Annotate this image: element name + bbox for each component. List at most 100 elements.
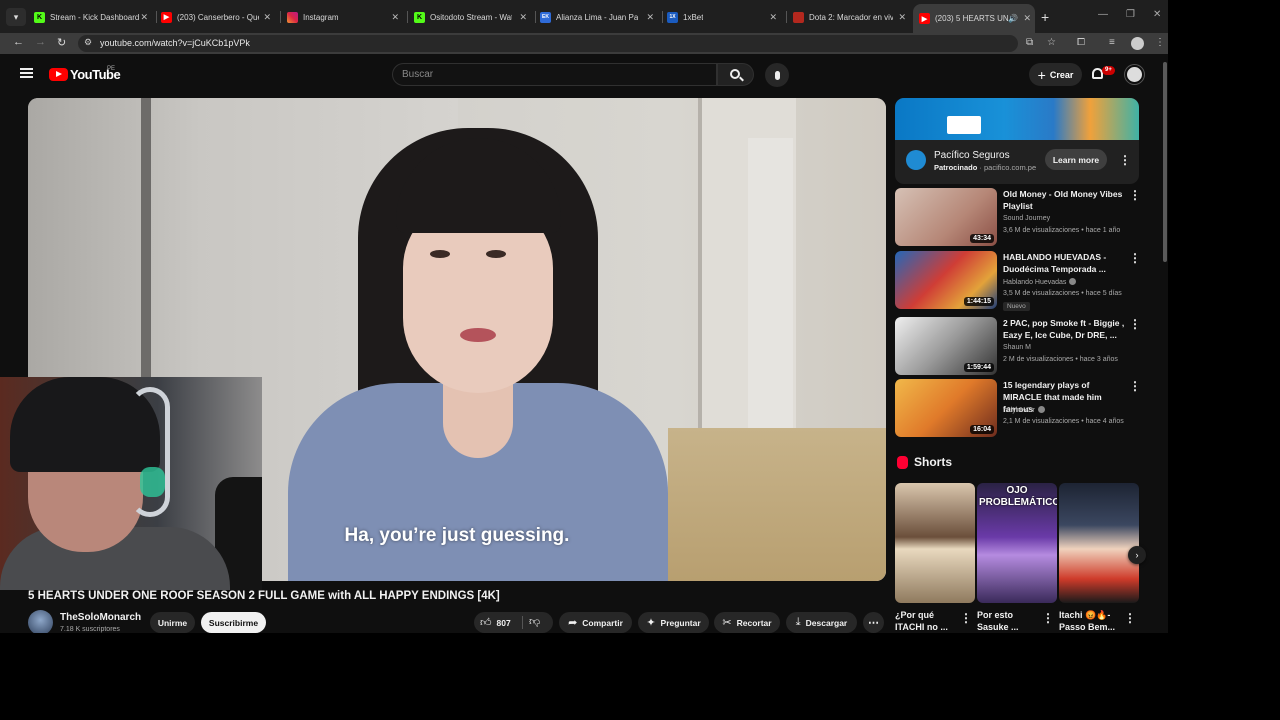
- 1xbet-icon: 1X: [667, 11, 678, 23]
- forward-icon[interactable]: →: [35, 36, 46, 48]
- youtube-play-icon: [49, 68, 68, 81]
- close-icon[interactable]: ✕: [140, 12, 148, 23]
- like-count: 807: [496, 617, 511, 628]
- close-window-button[interactable]: ✕: [1153, 9, 1161, 20]
- tab-ositodoto[interactable]: K Ositodoto Stream - Watc ✕: [414, 6, 531, 28]
- more-actions-button[interactable]: ⋯: [863, 612, 884, 633]
- download-button[interactable]: ⤓ Descargar: [786, 612, 857, 633]
- close-icon[interactable]: ✕: [769, 12, 777, 23]
- scrollbar-thumb[interactable]: [1163, 62, 1167, 262]
- browser-window: ▾ K Stream - Kick Dashboard ✕ ▶ (203) Ca…: [0, 0, 1168, 633]
- clip-button[interactable]: ✂ Recortar: [714, 612, 780, 633]
- search-input[interactable]: [393, 64, 716, 85]
- ask-button[interactable]: ✦ Preguntar: [638, 612, 709, 633]
- shorts-icon: [897, 455, 908, 469]
- close-icon[interactable]: ✕: [263, 12, 271, 23]
- ad-sponsor-line: Patrocinado · pacifico.com.pe: [934, 163, 1037, 172]
- tab-instagram[interactable]: Instagram ✕: [287, 6, 403, 28]
- kick-icon: K: [34, 11, 45, 23]
- like-button[interactable]: 👍︎ 807: [480, 612, 511, 633]
- minimize-button[interactable]: —: [1098, 9, 1108, 20]
- tab-5-hearts-active[interactable]: ▶ (203) 5 HEARTS UNDE 🔊 ✕: [913, 4, 1035, 33]
- browser-toolbar: ← → ↻ ⚙ youtube.com/watch?v=jCuKCb1pVPk …: [0, 33, 1168, 54]
- short-thumbnail[interactable]: [895, 483, 975, 603]
- channel-name[interactable]: TheSoloMonarch: [60, 612, 141, 623]
- thumbs-up-icon: 👍︎: [480, 617, 492, 629]
- sponsored-ad[interactable]: Pacífico Seguros Patrocinado · pacifico.…: [895, 98, 1139, 184]
- short-title[interactable]: ¿Por qué ITACHI no ...: [895, 609, 953, 633]
- extensions-icon[interactable]: ⧠: [1077, 37, 1085, 48]
- short-title[interactable]: Por esto Sasuke ...: [977, 609, 1035, 633]
- cast-icon[interactable]: ⧉: [1026, 37, 1033, 48]
- shorts-next-button[interactable]: ›: [1128, 546, 1146, 564]
- voice-search-button[interactable]: [765, 63, 789, 87]
- instagram-icon: [287, 11, 298, 23]
- youtube-icon: ▶: [161, 11, 172, 23]
- reload-icon[interactable]: ↻: [57, 36, 66, 49]
- sparkle-icon: ✦: [646, 617, 656, 629]
- country-code: PE: [107, 66, 116, 72]
- ek-icon: EK: [540, 11, 551, 23]
- menu-icon[interactable]: [20, 68, 33, 78]
- close-icon[interactable]: ✕: [646, 12, 654, 23]
- url-text: youtube.com/watch?v=jCuKCb1pVPk: [100, 38, 250, 48]
- more-options-icon[interactable]: ⋮: [1129, 379, 1141, 393]
- video-title: 5 HEARTS UNDER ONE ROOF SEASON 2 FULL GA…: [28, 590, 500, 602]
- recommendation-item[interactable]: 43:34 Old Money - Old Money Vibes Playli…: [895, 188, 1141, 246]
- short-thumbnail[interactable]: OJO PROBLEMÁTICO: [977, 483, 1057, 603]
- browser-menu-icon[interactable]: ⋮: [1155, 37, 1165, 48]
- close-icon[interactable]: ✕: [898, 12, 906, 23]
- short-title[interactable]: Itachi 😡🔥- Passo Bem...: [1059, 609, 1119, 633]
- kick-icon: K: [414, 11, 425, 23]
- create-button[interactable]: + Crear: [1029, 63, 1082, 86]
- youtube-icon: ▶: [919, 13, 930, 24]
- search-box: [392, 63, 717, 86]
- shorts-heading: Shorts: [897, 455, 952, 469]
- dota-icon: [793, 11, 804, 23]
- more-options-icon[interactable]: ⋮: [1129, 317, 1141, 331]
- address-bar[interactable]: ⚙ youtube.com/watch?v=jCuKCb1pVPk: [78, 35, 1018, 52]
- recommendation-item[interactable]: 1:59:44 2 PAC, pop Smoke ft - Biggie , E…: [895, 317, 1141, 375]
- site-info-icon[interactable]: ⚙: [84, 37, 92, 48]
- new-tab-button[interactable]: +: [1041, 9, 1049, 25]
- more-options-icon[interactable]: ⋮: [1042, 611, 1054, 625]
- short-thumbnail[interactable]: [1059, 483, 1139, 603]
- close-icon[interactable]: ✕: [519, 12, 527, 23]
- learn-more-button[interactable]: Learn more: [1045, 149, 1107, 170]
- tab-canserbero[interactable]: ▶ (203) Canserbero - Quere ✕: [161, 6, 275, 28]
- back-icon[interactable]: ←: [13, 36, 24, 48]
- recommendation-item[interactable]: 1:44:15 HABLANDO HUEVADAS - Duodécima Te…: [895, 251, 1141, 311]
- restore-button[interactable]: ❐: [1126, 9, 1135, 20]
- close-icon[interactable]: ✕: [1023, 13, 1031, 24]
- tab-1xbet[interactable]: 1X 1xBet ✕: [667, 6, 781, 28]
- share-button[interactable]: ➦ Compartir: [559, 612, 632, 633]
- tab-kick-dashboard[interactable]: K Stream - Kick Dashboard ✕: [34, 6, 152, 28]
- ad-more-icon[interactable]: ⋮: [1119, 153, 1131, 167]
- speaker-icon[interactable]: 🔊: [1008, 14, 1018, 23]
- more-options-icon[interactable]: ⋮: [1129, 251, 1141, 265]
- video-thumbnail: 16:04: [895, 379, 997, 437]
- close-icon[interactable]: ✕: [391, 12, 399, 23]
- short-overlay-text: OJO PROBLEMÁTICO: [979, 485, 1057, 508]
- share-icon: ➦: [568, 617, 578, 629]
- dislike-button[interactable]: 👎︎: [529, 615, 540, 628]
- search-button[interactable]: [717, 63, 754, 86]
- tab-alianza-lima[interactable]: EK Alianza Lima - Juan Pablo ✕: [540, 6, 658, 28]
- ad-title: Pacífico Seguros: [934, 150, 1010, 161]
- tab-search-button[interactable]: ▾: [6, 8, 26, 26]
- webcam-overlay: [0, 377, 262, 590]
- account-avatar[interactable]: [1125, 65, 1144, 84]
- thumbs-down-icon: 👎︎: [529, 616, 541, 628]
- subscribe-button[interactable]: Suscribirme: [201, 612, 266, 633]
- join-button[interactable]: Unirme: [150, 612, 195, 633]
- more-options-icon[interactable]: ⋮: [1129, 188, 1141, 202]
- media-control-icon[interactable]: ≡: [1109, 37, 1115, 48]
- browser-profile-avatar[interactable]: [1131, 37, 1144, 50]
- recommendation-item[interactable]: 16:04 15 legendary plays of MIRACLE that…: [895, 379, 1141, 437]
- bookmark-star-icon[interactable]: ☆: [1047, 37, 1056, 48]
- microphone-icon: [774, 70, 780, 80]
- more-options-icon[interactable]: ⋮: [1124, 611, 1136, 625]
- channel-avatar[interactable]: [28, 610, 53, 633]
- more-options-icon[interactable]: ⋮: [960, 611, 972, 625]
- tab-dota2[interactable]: Dota 2: Marcador en vivo ✕: [793, 6, 910, 28]
